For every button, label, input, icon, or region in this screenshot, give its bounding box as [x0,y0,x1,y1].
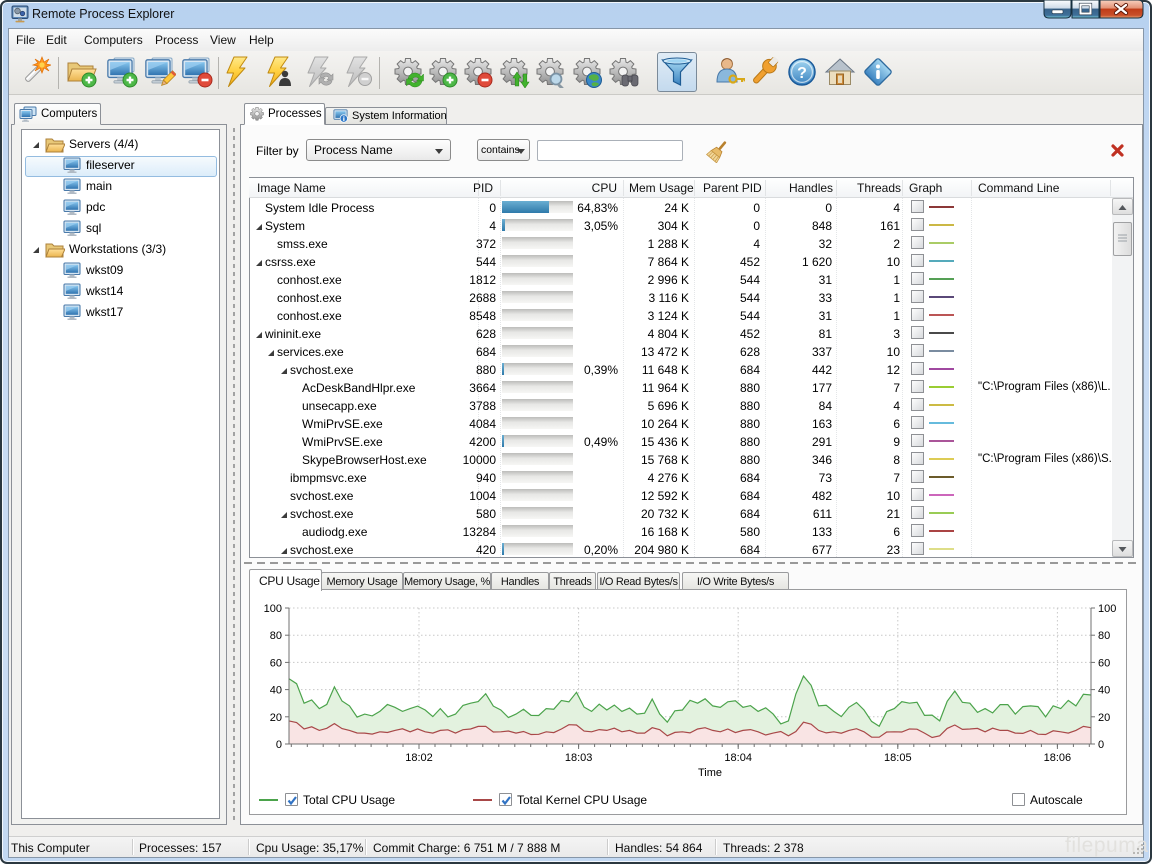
svg-text:18:06: 18:06 [1044,752,1072,764]
svg-text:80: 80 [270,630,282,642]
svg-text:0: 0 [1098,739,1104,751]
svg-text:18:02: 18:02 [405,752,433,764]
svg-text:40: 40 [1098,685,1110,697]
svg-text:60: 60 [1098,657,1110,669]
svg-text:0: 0 [276,739,282,751]
svg-text:18:05: 18:05 [884,752,912,764]
svg-text:18:04: 18:04 [724,752,752,764]
svg-text:Time: Time [698,767,722,779]
svg-text:80: 80 [1098,630,1110,642]
svg-text:?: ? [797,65,807,82]
svg-text:18:03: 18:03 [565,752,593,764]
svg-text:100: 100 [1098,603,1116,615]
svg-text:20: 20 [270,712,282,724]
svg-text:40: 40 [270,685,282,697]
svg-text:20: 20 [1098,712,1110,724]
svg-text:60: 60 [270,657,282,669]
svg-text:100: 100 [264,603,282,615]
